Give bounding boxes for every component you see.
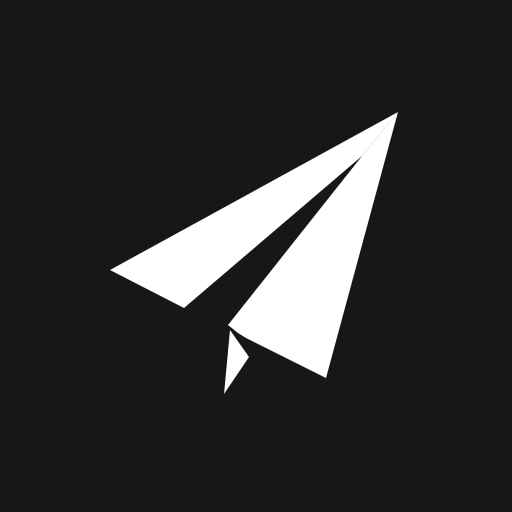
paper-plane-icon	[110, 112, 398, 394]
plane-tail	[224, 330, 249, 394]
app-icon-canvas	[0, 0, 512, 512]
